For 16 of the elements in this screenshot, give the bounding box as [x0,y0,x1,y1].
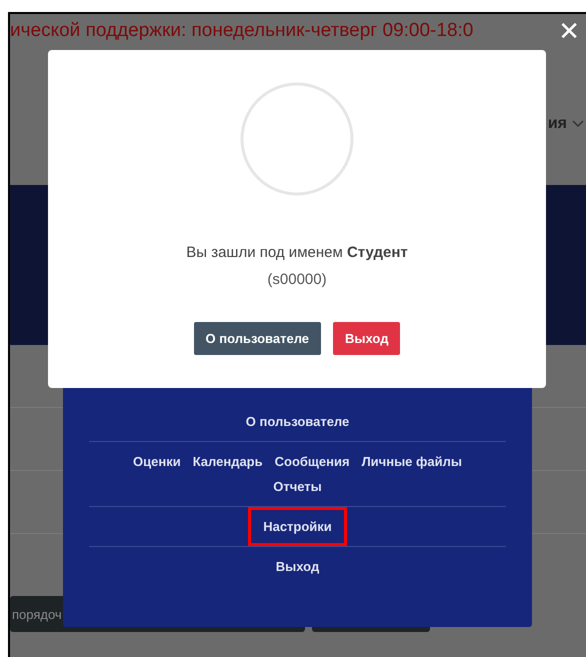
user-id-text: (s00000) [267,271,327,288]
chevron-down-icon [572,120,584,128]
menu-link[interactable]: Сообщения [274,452,350,471]
close-button[interactable]: ✕ [554,17,584,47]
menu-link[interactable]: Оценки [133,452,181,471]
menu-link[interactable]: О пользователе [246,412,350,431]
avatar-circle-icon [240,82,354,196]
support-hours-text: ической поддержки: понедельник-четверг 09:00-18:0 [10,20,474,42]
logout-button[interactable]: Выход [333,322,400,355]
profile-button[interactable]: О пользователе [194,322,322,355]
menu-link[interactable]: Настройки [251,510,344,543]
menu-link[interactable]: Отчеты [273,477,322,496]
menu-link[interactable]: Календарь [192,452,263,471]
menu-link[interactable]: Выход [276,557,320,576]
menu-link[interactable]: Личные файлы [362,452,462,471]
login-message: Вы зашли под именем Студент [186,244,408,261]
